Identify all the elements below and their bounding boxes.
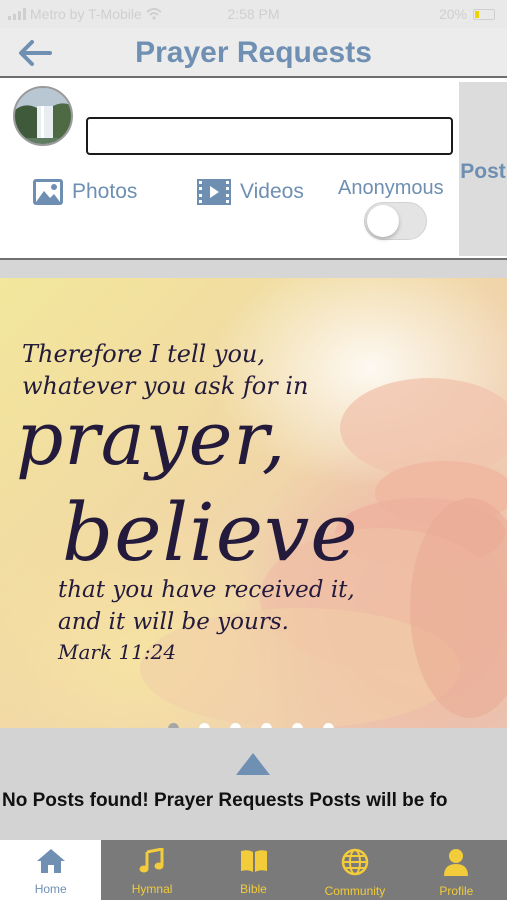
verse-outro: that you have received it, and it will b… — [58, 574, 358, 638]
globe-icon — [341, 848, 369, 876]
verse-word-believe: believe — [62, 486, 359, 579]
battery-status: 20% — [439, 6, 495, 22]
book-icon — [240, 850, 267, 872]
battery-percent: 20% — [438, 6, 467, 22]
verse-reference: Mark 11:24 — [58, 640, 177, 664]
avatar-waterfall-image — [15, 88, 71, 144]
page-title: Prayer Requests — [135, 36, 372, 69]
verse-carousel[interactable]: Therefore I tell you, whatever you ask f… — [0, 278, 507, 728]
verse-line-1: Therefore I tell you, — [22, 340, 266, 368]
videos-label: Videos — [240, 180, 304, 203]
triangle-up-icon[interactable] — [235, 752, 271, 776]
verse-word-prayer: prayer, — [16, 396, 287, 482]
verse-line-4: and it will be yours. — [58, 609, 289, 635]
verse-line-3: that you have received it, — [58, 577, 355, 603]
anonymous-toggle[interactable] — [364, 202, 427, 240]
anonymous-label: Anonymous — [338, 177, 444, 199]
tab-community[interactable]: Community — [304, 840, 405, 900]
posts-feed: No Posts found! Prayer Requests Posts wi… — [0, 728, 507, 840]
tab-profile-label: Profile — [439, 884, 474, 898]
tab-profile[interactable]: Profile — [406, 840, 507, 900]
post-text-input[interactable] — [86, 117, 453, 155]
tab-hymnal-label: Hymnal — [131, 882, 173, 896]
tab-hymnal[interactable]: Hymnal — [101, 840, 202, 900]
tab-bible[interactable]: Bible — [203, 840, 304, 900]
music-note-icon — [139, 848, 164, 873]
status-time: 2:58 PM — [227, 6, 280, 22]
post-button-label: Post — [460, 160, 506, 183]
status-bar: Metro by T-Mobile 2:58 PM 20% — [0, 0, 507, 28]
photo-icon — [33, 179, 63, 205]
video-icon — [197, 179, 231, 205]
tab-home-label: Home — [34, 882, 67, 896]
home-icon — [36, 849, 65, 873]
person-icon — [444, 849, 469, 876]
section-divider — [0, 258, 507, 278]
tab-community-label: Community — [324, 884, 386, 898]
verse-intro: Therefore I tell you, whatever you ask f… — [22, 338, 322, 402]
tab-home[interactable]: Home — [0, 840, 102, 900]
photos-label: Photos — [72, 180, 138, 203]
toggle-knob — [367, 205, 399, 237]
avatar[interactable] — [13, 86, 73, 146]
battery-icon — [473, 8, 495, 20]
tab-bible-label: Bible — [240, 882, 267, 896]
videos-button[interactable]: Videos — [196, 178, 304, 206]
nav-bar: Prayer Requests — [0, 28, 507, 78]
empty-feed-message: No Posts found! Prayer Requests Posts wi… — [2, 790, 448, 811]
photos-button[interactable]: Photos — [32, 178, 137, 206]
post-composer: Photos Videos Anonymous Post — [0, 80, 507, 258]
post-button[interactable]: Post — [459, 82, 507, 256]
tab-bar: Home Hymnal Bible Community Profile — [0, 840, 507, 900]
